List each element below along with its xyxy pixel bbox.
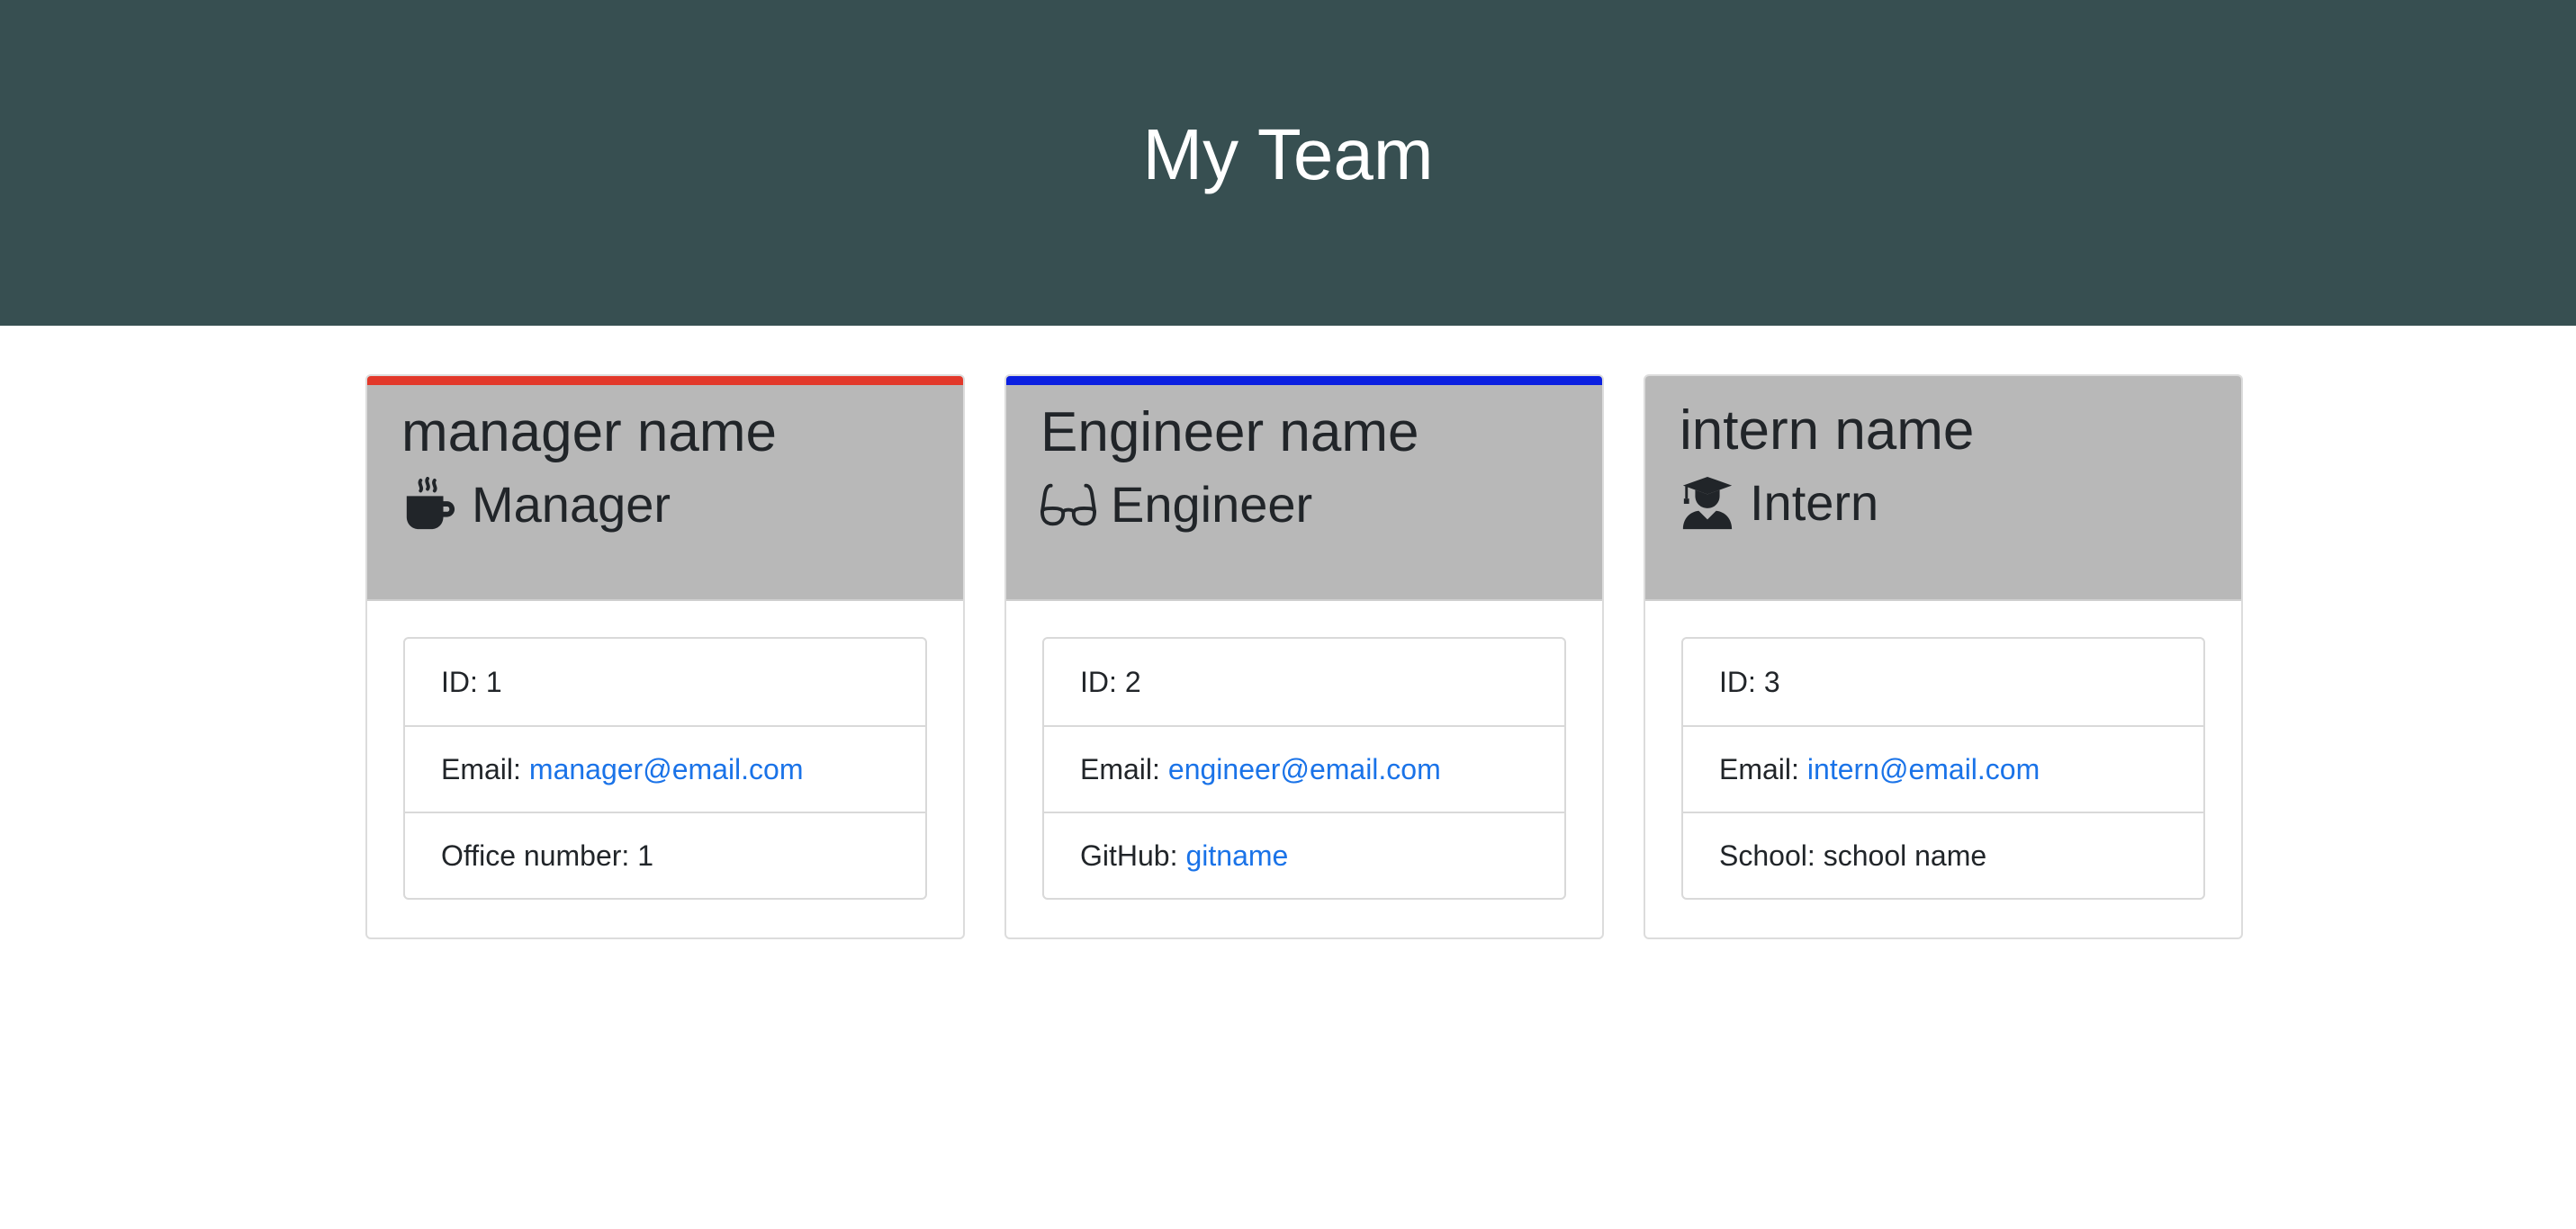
github-row: GitHub: gitname bbox=[1044, 812, 1564, 898]
employee-name: intern name bbox=[1680, 399, 1975, 462]
id-label: ID: bbox=[1080, 665, 1117, 698]
card-body: ID: 1 Email: manager@email.com Office nu… bbox=[367, 601, 963, 900]
email-label: Email: bbox=[441, 752, 521, 785]
id-row: ID: 3 bbox=[1683, 639, 2203, 725]
email-label: Email: bbox=[1719, 752, 1799, 785]
id-row: ID: 1 bbox=[405, 639, 925, 725]
info-list: ID: 3 Email: intern@email.com School: sc… bbox=[1681, 637, 2205, 900]
id-value: 3 bbox=[1763, 665, 1780, 698]
card-header: manager name Manager bbox=[367, 376, 963, 601]
school-value: school name bbox=[1823, 839, 1987, 872]
role-label: Manager bbox=[472, 476, 671, 534]
office-number-row: Office number: 1 bbox=[405, 812, 925, 898]
email-row: Email: intern@email.com bbox=[1683, 725, 2203, 812]
office-number-value: 1 bbox=[637, 839, 654, 872]
github-label: GitHub: bbox=[1080, 839, 1178, 872]
id-value: 1 bbox=[485, 665, 502, 698]
glasses-icon bbox=[1040, 477, 1097, 533]
engineer-card: Engineer name Engineer ID: 2 Email: engi… bbox=[1004, 374, 1604, 939]
id-label: ID: bbox=[441, 665, 478, 698]
card-body: ID: 3 Email: intern@email.com School: sc… bbox=[1645, 601, 2241, 900]
email-link[interactable]: engineer@email.com bbox=[1168, 753, 1441, 786]
id-label: ID: bbox=[1719, 665, 1756, 698]
info-list: ID: 2 Email: engineer@email.com GitHub: … bbox=[1042, 637, 1566, 900]
cards-container: manager name Manager ID: 1 Email: manage… bbox=[0, 326, 2576, 1229]
intern-card: intern name Intern ID: 3 Email: intern@e… bbox=[1644, 374, 2243, 939]
team-banner: My Team bbox=[0, 0, 2576, 326]
school-label: School: bbox=[1719, 839, 1815, 872]
email-link[interactable]: manager@email.com bbox=[529, 753, 804, 786]
graduate-icon bbox=[1680, 475, 1735, 531]
card-header: intern name Intern bbox=[1645, 376, 2241, 601]
page-title: My Team bbox=[1142, 114, 1434, 194]
school-row: School: school name bbox=[1683, 812, 2203, 898]
card-header: Engineer name Engineer bbox=[1006, 376, 1602, 601]
email-row: Email: manager@email.com bbox=[405, 725, 925, 812]
manager-card: manager name Manager ID: 1 Email: manage… bbox=[365, 374, 965, 939]
id-row: ID: 2 bbox=[1044, 639, 1564, 725]
office-number-label: Office number: bbox=[441, 839, 630, 872]
role-label: Intern bbox=[1750, 474, 1879, 532]
github-link[interactable]: gitname bbox=[1185, 839, 1288, 873]
email-label: Email: bbox=[1080, 752, 1160, 785]
id-value: 2 bbox=[1124, 665, 1141, 698]
employee-role: Manager bbox=[401, 475, 963, 534]
coffee-mug-icon bbox=[401, 476, 457, 533]
employee-name: manager name bbox=[401, 401, 778, 463]
email-row: Email: engineer@email.com bbox=[1044, 725, 1564, 812]
info-list: ID: 1 Email: manager@email.com Office nu… bbox=[403, 637, 927, 900]
employee-role: Intern bbox=[1680, 473, 2241, 532]
employee-role: Engineer bbox=[1040, 475, 1602, 534]
role-label: Engineer bbox=[1111, 476, 1313, 534]
employee-name: Engineer name bbox=[1040, 401, 1419, 463]
card-body: ID: 2 Email: engineer@email.com GitHub: … bbox=[1006, 601, 1602, 900]
email-link[interactable]: intern@email.com bbox=[1807, 753, 2040, 786]
